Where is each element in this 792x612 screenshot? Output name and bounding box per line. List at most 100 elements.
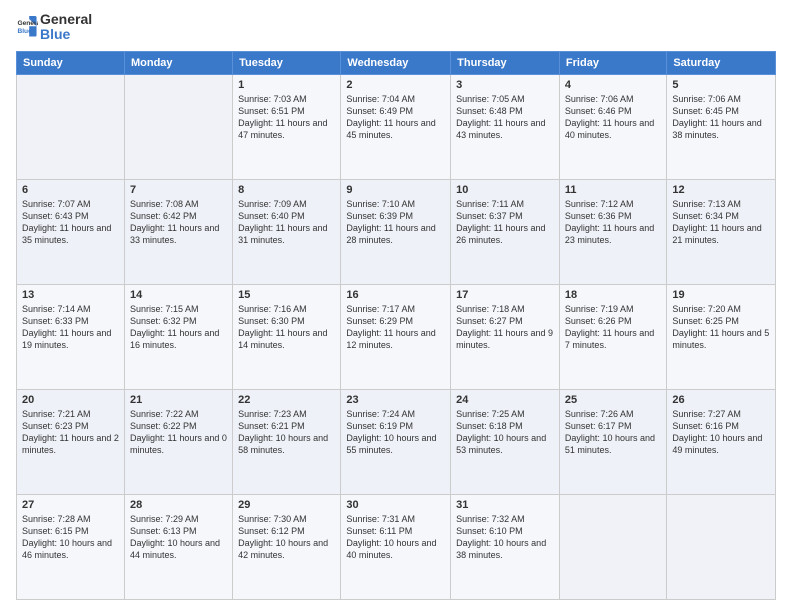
cell-content: Sunrise: 7:05 AM Sunset: 6:48 PM Dayligh… bbox=[456, 93, 554, 142]
calendar-cell: 24 Sunrise: 7:25 AM Sunset: 6:18 PM Dayli… bbox=[451, 389, 560, 494]
cell-content: Sunrise: 7:29 AM Sunset: 6:13 PM Dayligh… bbox=[130, 513, 227, 562]
day-of-week-header: Sunday bbox=[17, 51, 125, 74]
cell-content: Sunrise: 7:24 AM Sunset: 6:19 PM Dayligh… bbox=[346, 408, 445, 457]
day-of-week-header: Thursday bbox=[451, 51, 560, 74]
day-number: 11 bbox=[565, 184, 661, 196]
calendar-cell bbox=[17, 74, 125, 179]
cell-content: Sunrise: 7:13 AM Sunset: 6:34 PM Dayligh… bbox=[672, 198, 770, 247]
cell-content: Sunrise: 7:26 AM Sunset: 6:17 PM Dayligh… bbox=[565, 408, 661, 457]
day-number: 7 bbox=[130, 184, 227, 196]
cell-content: Sunrise: 7:16 AM Sunset: 6:30 PM Dayligh… bbox=[238, 303, 335, 352]
cell-content: Sunrise: 7:04 AM Sunset: 6:49 PM Dayligh… bbox=[346, 93, 445, 142]
cell-content: Sunrise: 7:17 AM Sunset: 6:29 PM Dayligh… bbox=[346, 303, 445, 352]
day-number: 5 bbox=[672, 79, 770, 91]
day-number: 17 bbox=[456, 289, 554, 301]
day-number: 22 bbox=[238, 394, 335, 406]
cell-content: Sunrise: 7:23 AM Sunset: 6:21 PM Dayligh… bbox=[238, 408, 335, 457]
calendar-cell: 3Sunrise: 7:05 AM Sunset: 6:48 PM Daylig… bbox=[451, 74, 560, 179]
day-number: 2 bbox=[346, 79, 445, 91]
day-of-week-header: Wednesday bbox=[341, 51, 451, 74]
calendar-week-row: 13 Sunrise: 7:14 AM Sunset: 6:33 PM Dayli… bbox=[17, 284, 776, 389]
calendar-cell: 26Sunrise: 7:27 AM Sunset: 6:16 PM Dayli… bbox=[667, 389, 776, 494]
calendar-cell: 6 Sunrise: 7:07 AM Sunset: 6:43 PM Daylig… bbox=[17, 179, 125, 284]
cell-content: Sunrise: 7:07 AM Sunset: 6:43 PM Dayligh… bbox=[22, 198, 119, 247]
day-number: 12 bbox=[672, 184, 770, 196]
calendar-cell: 27 Sunrise: 7:28 AM Sunset: 6:15 PM Dayli… bbox=[17, 494, 125, 599]
day-number: 1 bbox=[238, 79, 335, 91]
day-number: 24 bbox=[456, 394, 554, 406]
cell-content: Sunrise: 7:19 AM Sunset: 6:26 PM Dayligh… bbox=[565, 303, 661, 352]
calendar-cell bbox=[667, 494, 776, 599]
cell-content: Sunrise: 7:03 AM Sunset: 6:51 PM Dayligh… bbox=[238, 93, 335, 142]
day-number: 15 bbox=[238, 289, 335, 301]
page: General Blue GeneralBlue SundayMondayTue… bbox=[0, 0, 792, 612]
cell-content: Sunrise: 7:06 AM Sunset: 6:46 PM Dayligh… bbox=[565, 93, 661, 142]
day-number: 27 bbox=[22, 499, 119, 511]
calendar-week-row: 20 Sunrise: 7:21 AM Sunset: 6:23 PM Dayli… bbox=[17, 389, 776, 494]
day-of-week-header: Saturday bbox=[667, 51, 776, 74]
calendar-cell: 22 Sunrise: 7:23 AM Sunset: 6:21 PM Dayli… bbox=[233, 389, 341, 494]
calendar-week-row: 6 Sunrise: 7:07 AM Sunset: 6:43 PM Daylig… bbox=[17, 179, 776, 284]
calendar-cell: 8Sunrise: 7:09 AM Sunset: 6:40 PM Daylig… bbox=[233, 179, 341, 284]
calendar-cell: 29 Sunrise: 7:30 AM Sunset: 6:12 PM Dayli… bbox=[233, 494, 341, 599]
day-of-week-header: Monday bbox=[124, 51, 232, 74]
calendar-cell: 25Sunrise: 7:26 AM Sunset: 6:17 PM Dayli… bbox=[559, 389, 666, 494]
header: General Blue GeneralBlue bbox=[16, 12, 776, 43]
day-number: 26 bbox=[672, 394, 770, 406]
day-number: 21 bbox=[130, 394, 227, 406]
calendar-table: SundayMondayTuesdayWednesdayThursdayFrid… bbox=[16, 51, 776, 600]
calendar-cell: 14Sunrise: 7:15 AM Sunset: 6:32 PM Dayli… bbox=[124, 284, 232, 389]
calendar-cell: 18 Sunrise: 7:19 AM Sunset: 6:26 PM Dayli… bbox=[559, 284, 666, 389]
calendar-week-row: 1 Sunrise: 7:03 AM Sunset: 6:51 PM Daylig… bbox=[17, 74, 776, 179]
calendar-body: 1 Sunrise: 7:03 AM Sunset: 6:51 PM Daylig… bbox=[17, 74, 776, 599]
cell-content: Sunrise: 7:30 AM Sunset: 6:12 PM Dayligh… bbox=[238, 513, 335, 562]
calendar-cell: 2 Sunrise: 7:04 AM Sunset: 6:49 PM Daylig… bbox=[341, 74, 451, 179]
cell-content: Sunrise: 7:11 AM Sunset: 6:37 PM Dayligh… bbox=[456, 198, 554, 247]
calendar-header-row: SundayMondayTuesdayWednesdayThursdayFrid… bbox=[17, 51, 776, 74]
cell-content: Sunrise: 7:25 AM Sunset: 6:18 PM Dayligh… bbox=[456, 408, 554, 457]
calendar-cell: 7 Sunrise: 7:08 AM Sunset: 6:42 PM Daylig… bbox=[124, 179, 232, 284]
calendar-cell: 31Sunrise: 7:32 AM Sunset: 6:10 PM Dayli… bbox=[451, 494, 560, 599]
calendar-cell: 1 Sunrise: 7:03 AM Sunset: 6:51 PM Daylig… bbox=[233, 74, 341, 179]
day-number: 4 bbox=[565, 79, 661, 91]
calendar-cell: 15 Sunrise: 7:16 AM Sunset: 6:30 PM Dayli… bbox=[233, 284, 341, 389]
calendar-cell bbox=[559, 494, 666, 599]
day-number: 13 bbox=[22, 289, 119, 301]
cell-content: Sunrise: 7:12 AM Sunset: 6:36 PM Dayligh… bbox=[565, 198, 661, 247]
cell-content: Sunrise: 7:28 AM Sunset: 6:15 PM Dayligh… bbox=[22, 513, 119, 562]
day-of-week-header: Tuesday bbox=[233, 51, 341, 74]
calendar-cell: 21 Sunrise: 7:22 AM Sunset: 6:22 PM Dayli… bbox=[124, 389, 232, 494]
cell-content: Sunrise: 7:14 AM Sunset: 6:33 PM Dayligh… bbox=[22, 303, 119, 352]
calendar-cell: 16 Sunrise: 7:17 AM Sunset: 6:29 PM Dayli… bbox=[341, 284, 451, 389]
cell-content: Sunrise: 7:22 AM Sunset: 6:22 PM Dayligh… bbox=[130, 408, 227, 457]
day-of-week-header: Friday bbox=[559, 51, 666, 74]
day-number: 28 bbox=[130, 499, 227, 511]
calendar-cell: 9 Sunrise: 7:10 AM Sunset: 6:39 PM Daylig… bbox=[341, 179, 451, 284]
cell-content: Sunrise: 7:06 AM Sunset: 6:45 PM Dayligh… bbox=[672, 93, 770, 142]
calendar-cell: 20 Sunrise: 7:21 AM Sunset: 6:23 PM Dayli… bbox=[17, 389, 125, 494]
calendar-cell: 4 Sunrise: 7:06 AM Sunset: 6:46 PM Daylig… bbox=[559, 74, 666, 179]
cell-content: Sunrise: 7:09 AM Sunset: 6:40 PM Dayligh… bbox=[238, 198, 335, 247]
day-number: 23 bbox=[346, 394, 445, 406]
day-number: 20 bbox=[22, 394, 119, 406]
logo-text: GeneralBlue bbox=[40, 12, 92, 43]
day-number: 10 bbox=[456, 184, 554, 196]
calendar-cell: 19Sunrise: 7:20 AM Sunset: 6:25 PM Dayli… bbox=[667, 284, 776, 389]
day-number: 9 bbox=[346, 184, 445, 196]
day-number: 18 bbox=[565, 289, 661, 301]
day-number: 30 bbox=[346, 499, 445, 511]
cell-content: Sunrise: 7:31 AM Sunset: 6:11 PM Dayligh… bbox=[346, 513, 445, 562]
cell-content: Sunrise: 7:08 AM Sunset: 6:42 PM Dayligh… bbox=[130, 198, 227, 247]
day-number: 6 bbox=[22, 184, 119, 196]
cell-content: Sunrise: 7:21 AM Sunset: 6:23 PM Dayligh… bbox=[22, 408, 119, 457]
logo-icon: General Blue bbox=[16, 16, 38, 38]
day-number: 29 bbox=[238, 499, 335, 511]
calendar-week-row: 27 Sunrise: 7:28 AM Sunset: 6:15 PM Dayli… bbox=[17, 494, 776, 599]
day-number: 16 bbox=[346, 289, 445, 301]
day-number: 31 bbox=[456, 499, 554, 511]
svg-text:Blue: Blue bbox=[17, 28, 32, 35]
day-number: 14 bbox=[130, 289, 227, 301]
day-number: 19 bbox=[672, 289, 770, 301]
cell-content: Sunrise: 7:10 AM Sunset: 6:39 PM Dayligh… bbox=[346, 198, 445, 247]
calendar-cell: 11 Sunrise: 7:12 AM Sunset: 6:36 PM Dayli… bbox=[559, 179, 666, 284]
